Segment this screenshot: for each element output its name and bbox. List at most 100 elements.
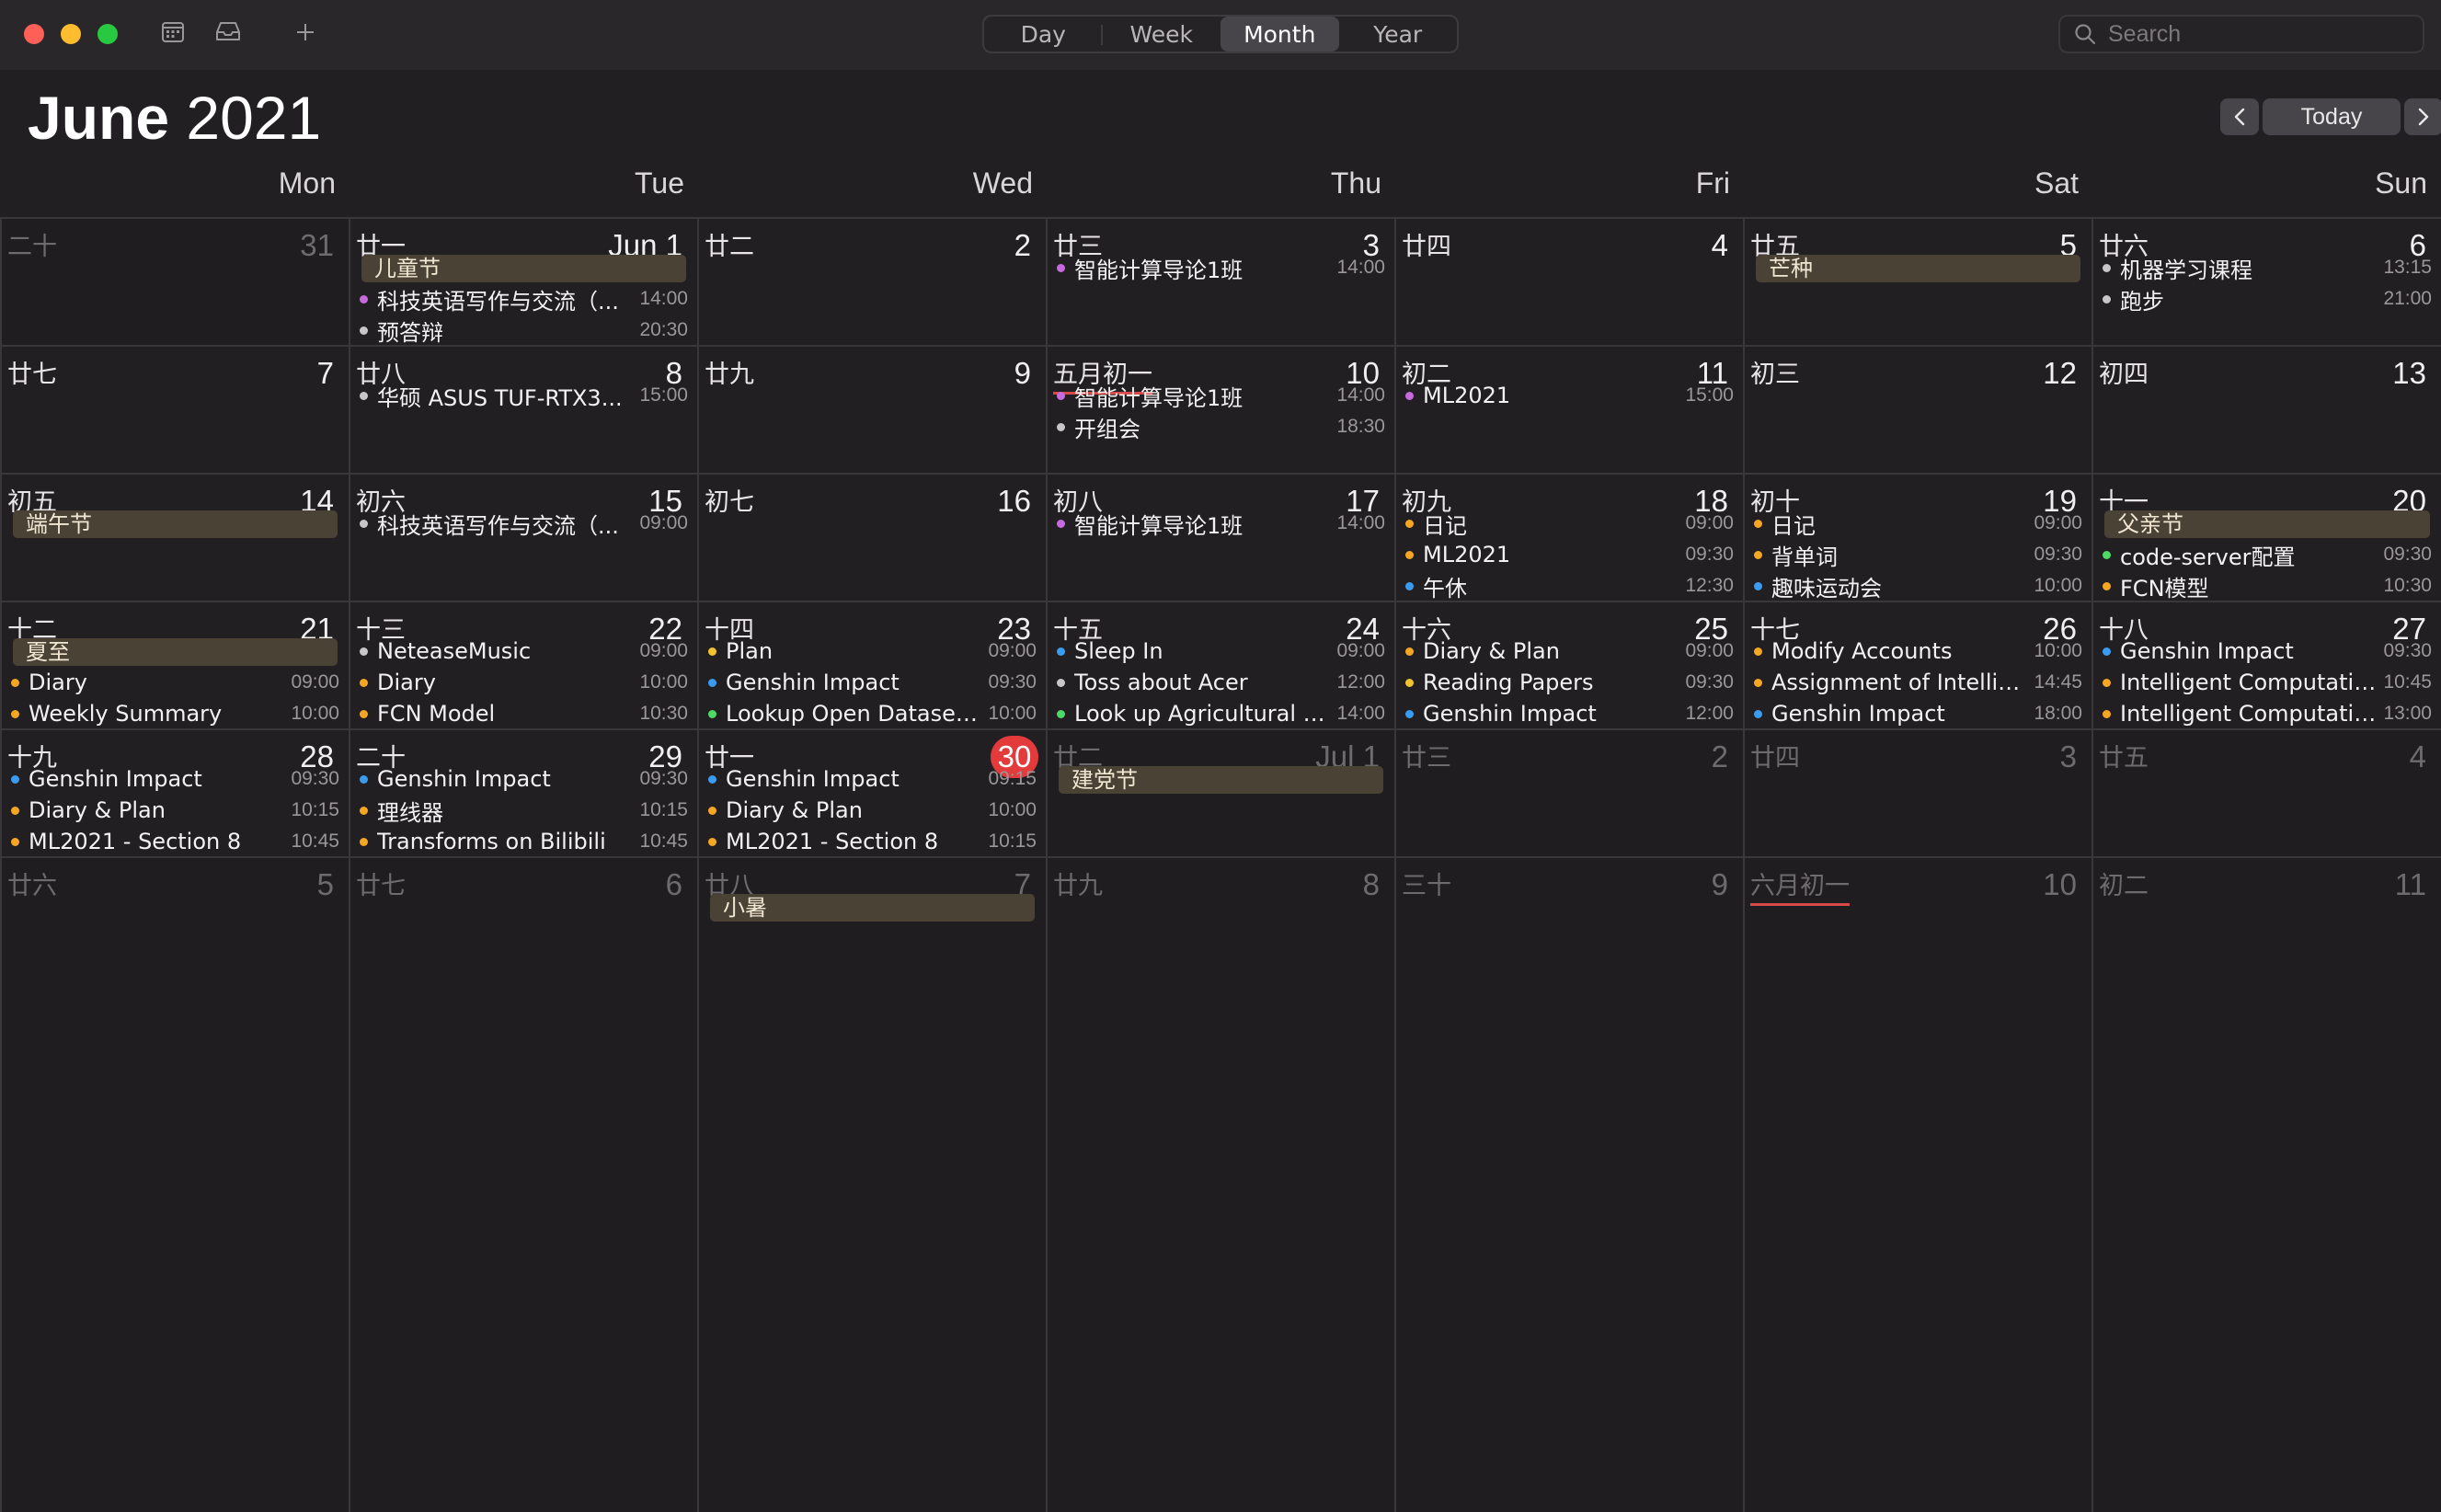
day-cell[interactable]: 十八 27 Genshin Impact 09:30 Intelligent Compu… [2091,601,2441,728]
calendar-event[interactable]: Intelligent Computation 13:00 [2103,699,2432,728]
day-cell[interactable]: 二十 31 [0,217,349,345]
calendar-event[interactable]: 机器学习课程 13:15 [2103,253,2432,283]
day-cell[interactable]: 廿七 7 [0,345,349,473]
holiday-event[interactable]: 芒种 [1756,255,2080,282]
zoom-window-button[interactable] [97,24,118,44]
day-cell[interactable]: 十九 28 Genshin Impact 09:30 Diary & Plan 10:15… [0,728,349,856]
day-cell[interactable]: 三十 9 [1394,856,1743,1512]
holiday-event[interactable]: 建党节 [1059,766,1383,794]
day-cell[interactable]: 初二 11 ML2021 15:00 [1394,345,1743,473]
calendar-event[interactable]: 预答辩 20:30 [360,315,688,345]
calendar-event[interactable]: Genshin Impact 09:30 [708,668,1037,697]
day-cell[interactable]: 十四 23 Plan 09:00 Genshin Impact 09:30 Lookup O… [697,601,1046,728]
today-button[interactable]: Today [2263,98,2401,135]
calendar-event[interactable]: Weekly Summary 10:00 [11,699,339,728]
holiday-event[interactable]: 端午节 [13,510,338,538]
day-cell[interactable]: 六月初一 10 [1743,856,2091,1512]
close-window-button[interactable] [24,24,44,44]
inbox-icon[interactable] [212,18,245,52]
calendar-event[interactable]: 背单词 09:30 [1754,540,2082,570]
tab-year[interactable]: Year [1339,17,1458,52]
day-cell[interactable]: 廿九 8 [1046,856,1394,1512]
minimize-window-button[interactable] [61,24,81,44]
previous-month-button[interactable] [2220,98,2259,135]
day-cell[interactable]: 初三 12 [1743,345,2091,473]
day-cell[interactable]: 初九18日记09:00ML202109:30午休12:30ML202114:00… [1394,473,1743,601]
day-cell[interactable]: 廿四 3 [1743,728,2091,856]
day-cell[interactable]: 初二 11 [2091,856,2441,1512]
calendar-event[interactable]: ML2021 - Section 8 10:15 [708,827,1037,856]
day-cell[interactable]: 初五 14 端午节 [0,473,349,601]
day-cell[interactable]: 十六 25 Diary & Plan 09:00 Reading Papers 09:30… [1394,601,1743,728]
calendar-event[interactable]: 科技英语写作与交流（... 14:00 [360,284,688,315]
calendar-event[interactable]: Plan 09:00 [708,636,1037,666]
calendar-event[interactable]: Transforms on Bilibili 10:45 [360,827,688,856]
calendar-event[interactable]: Genshin Impact 12:00 [1405,699,1734,728]
day-cell[interactable]: 初七 16 [697,473,1046,601]
calendar-event[interactable]: 智能计算导论1班 14:00 [1057,381,1385,411]
day-cell[interactable]: 廿四 4 [1394,217,1743,345]
holiday-event[interactable]: 儿童节 [361,255,686,282]
calendar-event[interactable]: 华硕 ASUS TUF-RTX3... 15:00 [360,381,688,411]
next-month-button[interactable] [2404,98,2441,135]
tab-month[interactable]: Month [1220,17,1339,52]
calendar-event[interactable]: 智能计算导论1班 14:00 [1057,509,1385,539]
day-cell[interactable]: 十一20父亲节code-server配置09:30FCN模型10:30FCN模型… [2091,473,2441,601]
calendar-event[interactable]: Diary 09:00 [11,668,339,697]
calendar-event[interactable]: code-server配置 09:30 [2103,540,2432,570]
calendar-event[interactable]: Toss about Acer 12:00 [1057,668,1385,697]
day-cell[interactable]: 初八 17 智能计算导论1班 14:00 [1046,473,1394,601]
day-cell[interactable]: 廿九 9 [697,345,1046,473]
calendar-event[interactable]: Look up Agricultural R... 14:00 [1057,699,1385,728]
day-cell[interactable]: 廿八 8 华硕 ASUS TUF-RTX3... 15:00 [349,345,697,473]
calendar-event[interactable]: Lookup Open Dataset... 10:00 [708,699,1037,728]
calendar-event[interactable]: FCN模型 10:30 [2103,571,2432,601]
day-cell[interactable]: 初四 13 [2091,345,2441,473]
calendar-list-icon[interactable] [156,18,189,52]
calendar-event[interactable]: Genshin Impact 09:30 [2103,636,2432,666]
calendar-event[interactable]: 智能计算导论1班 14:00 [1057,253,1385,283]
day-cell[interactable]: 廿八 7 小暑 [697,856,1046,1512]
calendar-event[interactable]: FCN Model 10:30 [360,699,688,728]
calendar-event[interactable]: ML2021 09:30 [1405,540,1734,569]
calendar-event[interactable]: Genshin Impact 09:30 [11,764,339,794]
day-cell[interactable]: 十三 22 NeteaseMusic 09:00 Diary 10:00 FCN Model… [349,601,697,728]
day-cell[interactable]: 五月初一 10 智能计算导论1班 14:00 开组会 18:30 [1046,345,1394,473]
day-cell[interactable]: 廿六 6 机器学习课程 13:15 跑步 21:00 [2091,217,2441,345]
calendar-event[interactable]: 日记 09:00 [1754,509,2082,539]
holiday-event[interactable]: 小暑 [710,894,1035,922]
calendar-event[interactable]: ML2021 - Section 8 10:45 [11,827,339,856]
day-cell[interactable]: 十七 26 Modify Accounts 10:00 Assignment of In… [1743,601,2091,728]
calendar-event[interactable]: 午休 12:30 [1405,571,1734,601]
day-cell[interactable]: 廿三 2 [1394,728,1743,856]
calendar-event[interactable]: Diary 10:00 [360,668,688,697]
calendar-event[interactable]: Genshin Impact 09:30 [360,764,688,794]
calendar-event[interactable]: ML2021 15:00 [1405,381,1734,410]
search-input[interactable] [2106,19,2404,49]
tab-week[interactable]: Week [1103,17,1221,52]
day-cell[interactable]: 廿六 5 [0,856,349,1512]
day-cell[interactable]: 廿一 30 Genshin Impact 09:15 Diary & Plan 10:00… [697,728,1046,856]
holiday-event[interactable]: 父亲节 [2104,510,2430,538]
day-cell[interactable]: 十五 24 Sleep In 09:00 Toss about Acer 12:00 Loo… [1046,601,1394,728]
tab-day[interactable]: Day [984,17,1103,52]
plus-icon[interactable] [289,18,322,52]
calendar-event[interactable]: 开组会 18:30 [1057,412,1385,442]
holiday-event[interactable]: 夏至 [13,638,338,666]
calendar-event[interactable]: NeteaseMusic 09:00 [360,636,688,666]
day-cell[interactable]: 初十19日记09:00背单词09:30趣味运动会10:00Unet模型14:00… [1743,473,2091,601]
calendar-event[interactable]: Sleep In 09:00 [1057,636,1385,666]
day-cell[interactable]: 廿二 Jul 1 建党节 [1046,728,1394,856]
calendar-event[interactable]: Diary & Plan 10:00 [708,796,1037,825]
calendar-event[interactable]: Genshin Impact 09:15 [708,764,1037,794]
calendar-event[interactable]: Assignment of Intellig... 14:45 [1754,668,2082,697]
calendar-event[interactable]: 跑步 21:00 [2103,284,2432,315]
day-cell[interactable]: 廿二 2 [697,217,1046,345]
day-cell[interactable]: 廿一 Jun 1 儿童节 科技英语写作与交流（... 14:00 预答辩 20:30 [349,217,697,345]
day-cell[interactable]: 初六 15 科技英语写作与交流（... 09:00 [349,473,697,601]
calendar-event[interactable]: Reading Papers 09:30 [1405,668,1734,697]
day-cell[interactable]: 廿五 5 芒种 [1743,217,2091,345]
day-cell[interactable]: 十二21夏至Diary09:00Weekly Summary10:00FCN M… [0,601,349,728]
day-cell[interactable]: 廿三 3 智能计算导论1班 14:00 [1046,217,1394,345]
calendar-event[interactable]: 日记 09:00 [1405,509,1734,539]
